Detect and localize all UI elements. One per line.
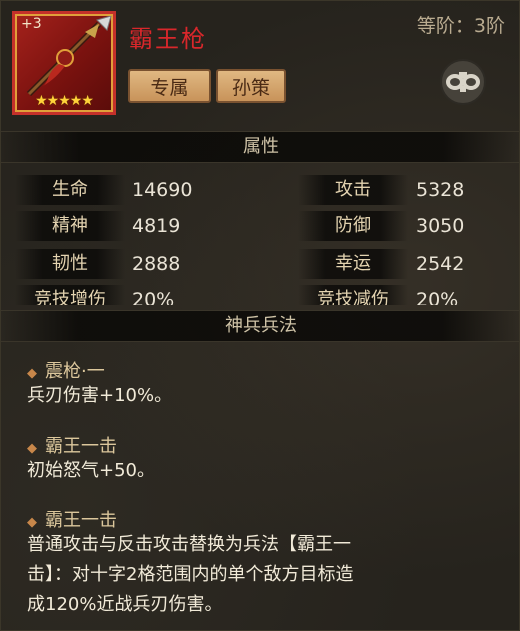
- attr-label-defense: 防御: [298, 211, 408, 241]
- attr-value-spirit: 4819: [132, 215, 181, 237]
- attr-value-pvp-dmg-up: 20%: [132, 289, 175, 305]
- tag-exclusive: 专属: [128, 69, 211, 103]
- attr-value-hp: 14690: [132, 179, 193, 201]
- attr-label-attack: 攻击: [298, 175, 408, 205]
- skill-title: ◆ 震枪·一: [27, 357, 105, 383]
- attr-label-luck: 幸运: [298, 249, 408, 279]
- shackle-button[interactable]: [440, 59, 486, 105]
- attr-value-defense: 3050: [416, 215, 465, 237]
- enhance-level-badge: +3: [21, 16, 42, 32]
- item-rank: 等阶：3阶: [416, 15, 505, 37]
- skill-title-text: 霸王一击: [45, 510, 117, 531]
- section-header-attributes: 属性: [1, 131, 520, 163]
- skill-title-text: 震枪·一: [45, 361, 105, 382]
- skill-title-text: 霸王一击: [45, 436, 117, 457]
- attribute-grid: 生命 14690 攻击 5328 精神 4819 防御 3050 韧性 2888…: [1, 173, 520, 305]
- skill-desc: 兵刃伤害+10%。: [27, 385, 173, 406]
- attr-label-hp: 生命: [15, 175, 125, 205]
- star-rating: ★★★★★: [35, 93, 94, 109]
- item-icon-frame[interactable]: +3 ★★★★★: [12, 11, 116, 115]
- attr-value-toughness: 2888: [132, 253, 181, 275]
- attr-value-pvp-dmg-down: 20%: [416, 289, 459, 305]
- skill-title: ◆ 霸王一击: [27, 506, 117, 532]
- skill-desc-line: 普通攻击与反击攻击替换为兵法【霸王一: [27, 534, 351, 555]
- attr-label-pvp-dmg-up: 竞技增伤: [15, 285, 125, 305]
- attr-label-toughness: 韧性: [15, 249, 125, 279]
- attr-label-pvp-dmg-down: 竞技减伤: [298, 285, 408, 305]
- tag-hero: 孙策: [216, 69, 286, 103]
- section-header-skills: 神兵兵法: [1, 310, 520, 342]
- attr-label-spirit: 精神: [15, 211, 125, 241]
- skill-title: ◆ 霸王一击: [27, 432, 117, 458]
- item-name: 霸王枪: [129, 25, 207, 53]
- diamond-icon: ◆: [27, 515, 37, 530]
- skill-desc-line: 击】：对十字2格范围内的单个敌方目标造: [27, 564, 354, 585]
- diamond-icon: ◆: [27, 441, 37, 456]
- item-detail-panel: +3 ★★★★★ 霸王枪 等阶：3阶 专属 孙策 属性 生命 14690 攻击 …: [0, 0, 520, 631]
- skill-desc: 初始怒气+50。: [27, 460, 155, 481]
- skill-desc-line: 成120%近战兵刃伤害。: [27, 594, 223, 615]
- attr-value-luck: 2542: [416, 253, 465, 275]
- diamond-icon: ◆: [27, 366, 37, 381]
- attr-value-attack: 5328: [416, 179, 465, 201]
- handcuff-icon: [446, 72, 480, 92]
